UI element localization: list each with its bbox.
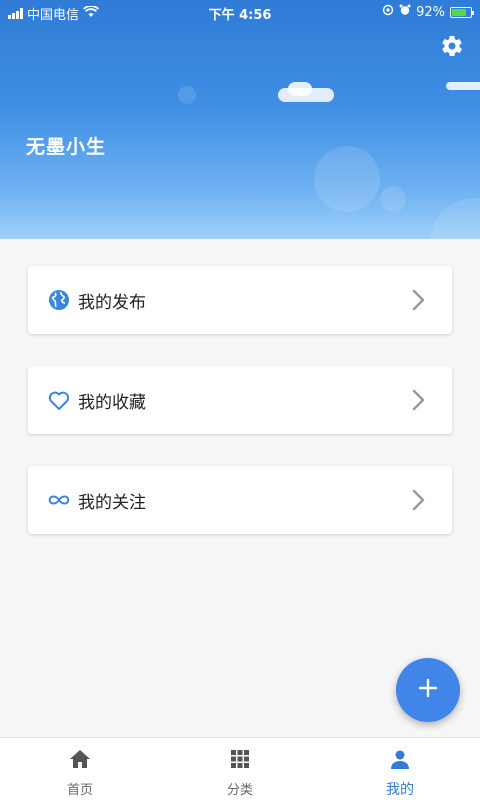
menu-item-label: 我的发布 (78, 292, 146, 313)
settings-button[interactable] (438, 34, 466, 62)
bottom-navigation: 首页 分类 我的 (0, 737, 480, 800)
menu-item-my-following[interactable]: 我的关注 (28, 466, 452, 534)
plus-icon (417, 677, 439, 703)
chevron-right-icon (406, 288, 430, 312)
nav-label: 分类 (226, 783, 253, 798)
add-button[interactable] (396, 658, 460, 722)
nav-label: 首页 (66, 783, 93, 798)
menu-item-my-favorites[interactable]: 我的收藏 (28, 366, 452, 434)
home-icon (68, 748, 92, 774)
grid-icon (229, 748, 251, 774)
decorative-cloud (288, 82, 312, 96)
person-icon (389, 748, 411, 774)
profile-header: 中国电信 下午 4:56 92% 无墨小生 (0, 0, 480, 239)
gear-icon (440, 34, 464, 62)
menu-item-label: 我的关注 (78, 492, 146, 513)
rotation-lock-icon (382, 4, 394, 20)
chevron-right-icon (406, 388, 430, 412)
alarm-icon (399, 4, 411, 20)
status-right: 92% (382, 4, 474, 20)
profile-screen: 中国电信 下午 4:56 92% 无墨小生 我的发布 我的收藏 我的关注 首页 … (0, 0, 480, 800)
decorative-bubble (430, 198, 480, 239)
nav-label: 我的 (386, 782, 414, 798)
decorative-cloud (446, 82, 480, 90)
globe-icon (46, 287, 72, 313)
decorative-bubble (380, 186, 406, 212)
nav-item-mine[interactable]: 我的 (320, 738, 480, 800)
profile-username: 无墨小生 (26, 136, 107, 158)
status-bar: 中国电信 下午 4:56 92% (0, 0, 480, 24)
nav-item-home[interactable]: 首页 (0, 738, 160, 800)
menu-item-label: 我的收藏 (78, 392, 146, 413)
chevron-right-icon (406, 488, 430, 512)
menu-item-my-posts[interactable]: 我的发布 (28, 266, 452, 334)
decorative-bubble (314, 146, 380, 212)
battery-percent: 92% (416, 4, 445, 20)
infinity-icon (46, 487, 72, 513)
decorative-bubble (178, 86, 196, 104)
heart-icon (46, 387, 72, 413)
battery-icon (450, 6, 474, 18)
nav-item-category[interactable]: 分类 (160, 738, 320, 800)
